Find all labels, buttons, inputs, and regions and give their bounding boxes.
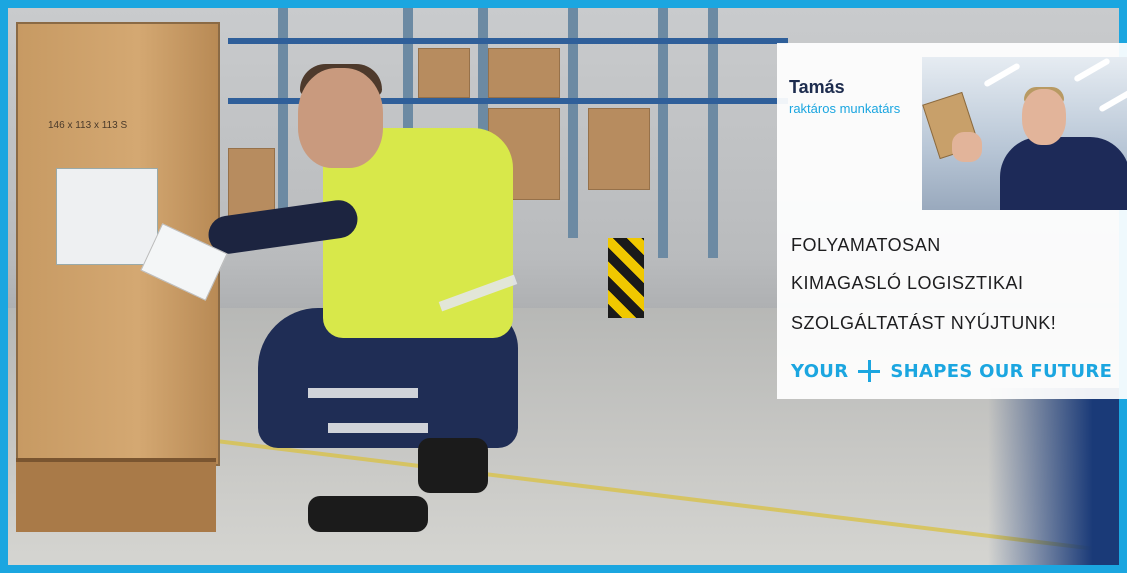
rack-beam [228, 38, 788, 44]
hazard-bollard [608, 238, 644, 318]
headline-line-1: FOLYAMATOSAN [791, 235, 941, 255]
blue-gradient-overlay [988, 388, 1119, 565]
person-name: Tamás [789, 77, 845, 97]
worker-boot [418, 438, 488, 493]
rack-upright [708, 8, 718, 258]
ceiling-light [1073, 57, 1111, 83]
ceiling-light [1098, 87, 1127, 113]
plus-icon [858, 360, 881, 382]
employee-head [1022, 89, 1066, 145]
slogan: YOUR SHAPES OUR FUTURE [791, 358, 1112, 384]
headline-line-2: KIMAGASLÓ LOGISZTIKAI [791, 273, 1024, 293]
worker-boot [308, 496, 428, 532]
headline-line-3: SZOLGÁLTATÁST NYÚJTUNK! [791, 313, 1057, 333]
employee-hand [952, 132, 982, 162]
rack-upright [658, 8, 668, 258]
storage-box [488, 48, 560, 98]
employee-body [1000, 137, 1127, 210]
ceiling-light [983, 62, 1021, 88]
storage-box [418, 48, 470, 98]
reflective-stripe [328, 423, 428, 433]
person-role: raktáros munkatárs [789, 101, 901, 116]
slogan-left: YOUR [791, 360, 849, 382]
storage-box [588, 108, 650, 190]
employee-photo [922, 57, 1127, 210]
pallet [16, 458, 216, 532]
crate-marking: 146 x 113 x 113 S [48, 120, 128, 131]
slogan-right: SHAPES OUR FUTURE [890, 360, 1113, 382]
crate-document [56, 168, 158, 265]
worker-head [298, 68, 383, 168]
reflective-stripe [308, 388, 418, 398]
